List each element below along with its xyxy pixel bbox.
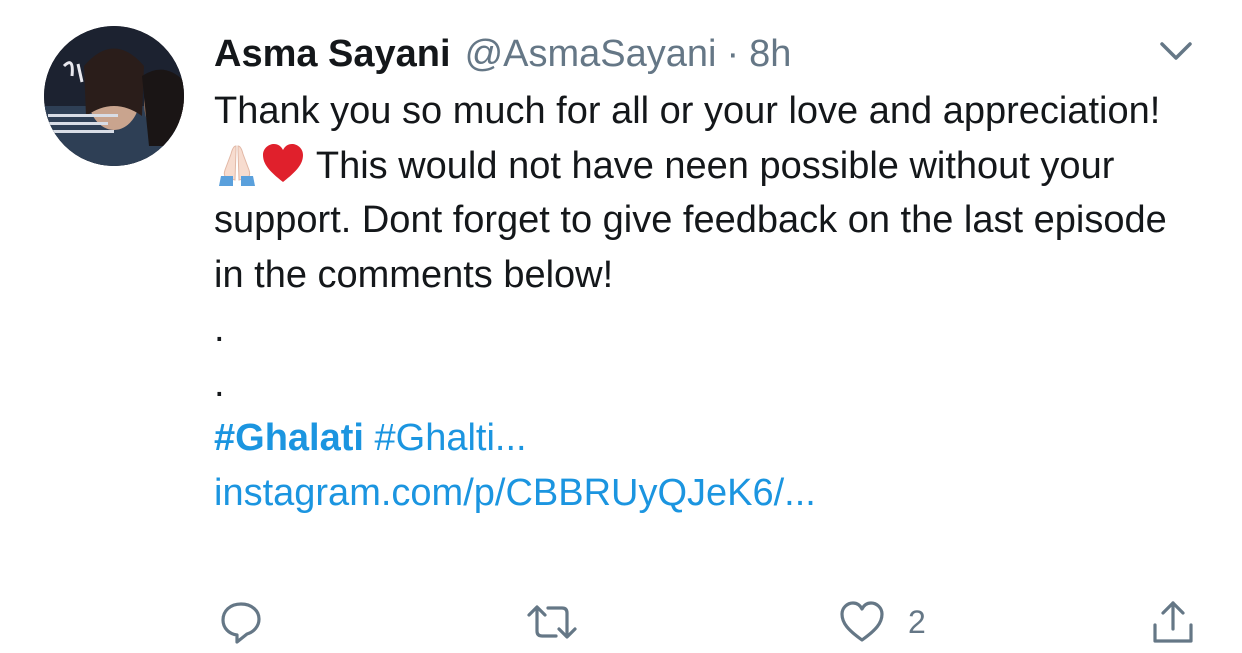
reply-button[interactable] [218, 596, 264, 648]
separator-dot: · [726, 33, 740, 75]
share-button[interactable] [1150, 596, 1196, 648]
tweet-actions: 2 [214, 596, 1204, 648]
red-heart-icon [261, 142, 305, 186]
like-button[interactable]: 2 [838, 596, 926, 648]
instagram-link[interactable]: instagram.com/p/CBBRUyQJeK6/... [214, 472, 816, 514]
chevron-down-icon[interactable] [1156, 36, 1196, 66]
author-name[interactable]: Asma Sayani [214, 28, 451, 80]
tweet-paragraph: Thank you so much for all or your love a… [214, 84, 1204, 302]
tweet-timestamp[interactable]: 8h [749, 28, 791, 80]
author-handle[interactable]: @AsmaSayani [465, 28, 717, 80]
hashtag-line: #Ghalati #Ghalti... [214, 411, 1204, 466]
dot-line: . [214, 308, 225, 350]
tweet-text-part1: Thank you so much for all or your love a… [214, 90, 1161, 132]
retweet-icon [527, 605, 577, 639]
like-count: 2 [908, 603, 926, 640]
hashtag-link[interactable]: #Ghalati [214, 417, 364, 459]
tweet-card[interactable]: Asma Sayani @AsmaSayani · 8h Thank you s… [0, 0, 1242, 653]
avatar[interactable] [44, 26, 184, 166]
folded-hands-icon [215, 142, 259, 186]
tweet-text: Thank you so much for all or your love a… [214, 84, 1204, 520]
tweet-text-part2: This would not have neen possible withou… [214, 144, 1167, 296]
tweet-header: Asma Sayani @AsmaSayani · 8h [214, 28, 791, 80]
retweet-button[interactable] [526, 596, 578, 648]
reply-icon [221, 602, 261, 644]
link-line: instagram.com/p/CBBRUyQJeK6/... [214, 466, 1204, 521]
hashtag-link[interactable]: #Ghalti... [375, 417, 527, 459]
share-icon [1153, 601, 1193, 643]
heart-icon [840, 601, 884, 642]
dot-line: . [214, 362, 225, 405]
